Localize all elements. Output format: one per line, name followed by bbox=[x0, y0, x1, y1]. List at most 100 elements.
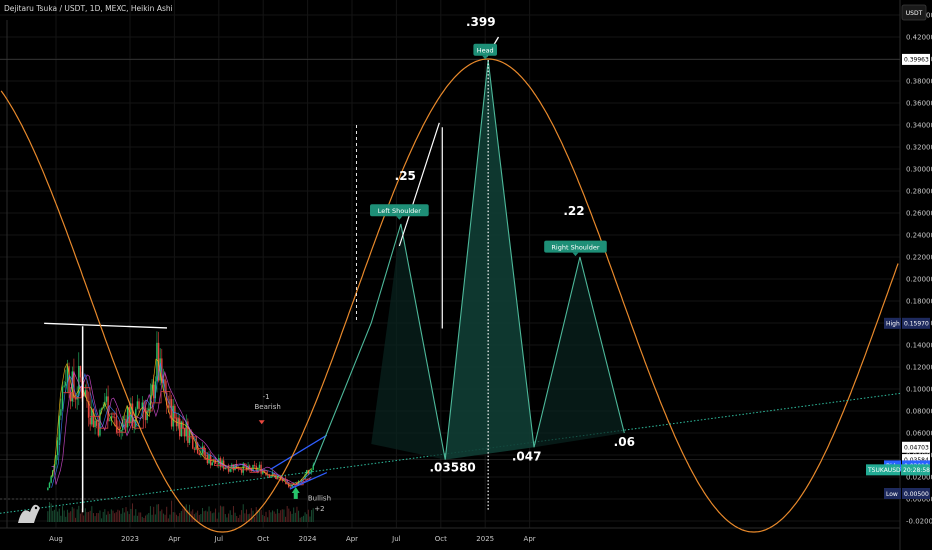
candle-body bbox=[123, 418, 126, 420]
volume-bar bbox=[275, 513, 277, 522]
volume-bar bbox=[242, 504, 244, 522]
volume-bar bbox=[65, 516, 67, 522]
volume-bar bbox=[291, 513, 293, 522]
volume-bar bbox=[270, 512, 272, 522]
candle-body bbox=[193, 448, 196, 450]
volume-bar bbox=[101, 518, 103, 522]
candle-body bbox=[152, 384, 155, 399]
candle-body bbox=[48, 482, 51, 488]
volume-bar bbox=[149, 506, 151, 522]
volume-bar bbox=[115, 512, 117, 522]
volume-bar bbox=[88, 511, 90, 522]
candle-body bbox=[126, 407, 129, 428]
volume-bar bbox=[162, 513, 164, 522]
volume-bar bbox=[236, 515, 238, 522]
volume-bar bbox=[175, 514, 177, 522]
candle-body bbox=[229, 468, 231, 472]
candle-body bbox=[120, 430, 122, 432]
volume-bar bbox=[200, 514, 202, 522]
volume-bar bbox=[223, 506, 225, 522]
volume-bar bbox=[164, 514, 166, 522]
volume-bar bbox=[254, 516, 256, 522]
volume-bar bbox=[143, 518, 145, 522]
volume-bar bbox=[97, 513, 99, 522]
ticker-countdown-label: 20:28:58 bbox=[903, 467, 930, 474]
price-label: .03580 bbox=[429, 461, 475, 475]
volume-bar bbox=[203, 511, 205, 522]
volume-bar bbox=[58, 508, 60, 522]
volume-bar bbox=[146, 514, 148, 522]
volume-bar bbox=[278, 513, 280, 522]
currency-button[interactable]: USDT bbox=[901, 4, 927, 21]
candle-body bbox=[65, 382, 67, 386]
price-tick-label: 0.20000 bbox=[906, 276, 932, 284]
candle-body bbox=[310, 469, 313, 473]
volume-bar bbox=[79, 513, 81, 522]
candle-body bbox=[216, 463, 218, 465]
volume-bar bbox=[135, 509, 137, 522]
candle-body bbox=[56, 440, 59, 456]
price-label: .06 bbox=[614, 435, 635, 449]
candle-body bbox=[183, 428, 186, 437]
candle-body bbox=[105, 396, 108, 402]
volume-bar bbox=[213, 512, 215, 522]
volume-bar bbox=[263, 516, 265, 522]
candle-body bbox=[47, 487, 49, 491]
volume-bar bbox=[210, 511, 212, 522]
bullish-arrow-stem bbox=[293, 492, 298, 499]
volume-bar bbox=[104, 509, 106, 522]
candle-body bbox=[294, 482, 297, 483]
volume-bar bbox=[232, 506, 234, 522]
price-tick-label: -0.02000 bbox=[906, 518, 932, 526]
candle-body bbox=[144, 407, 147, 421]
candle-body bbox=[148, 408, 150, 411]
time-tick-label: Apr bbox=[524, 535, 536, 543]
volume-bar bbox=[208, 506, 210, 522]
time-tick-label: Apr bbox=[346, 535, 358, 543]
price-tick-label: 0.12000 bbox=[906, 364, 932, 372]
volume-bar bbox=[262, 514, 264, 522]
volume-bar bbox=[127, 511, 129, 522]
volume-bar bbox=[268, 510, 270, 522]
signal-annotation: +2 bbox=[314, 505, 324, 513]
volume-bar bbox=[136, 515, 138, 522]
volume-bar bbox=[63, 510, 65, 522]
volume-bar bbox=[78, 505, 80, 522]
volume-bar bbox=[306, 514, 308, 522]
volume-bar bbox=[288, 508, 290, 522]
pattern-tag-label: Left Shoulder bbox=[378, 207, 422, 215]
volume-bar bbox=[294, 512, 296, 522]
volume-bar bbox=[128, 514, 130, 522]
volume-bar bbox=[216, 518, 218, 522]
volume-bar bbox=[299, 517, 301, 522]
price-label: .22 bbox=[563, 204, 584, 218]
candle-body bbox=[109, 420, 111, 422]
volume-bar bbox=[130, 508, 132, 522]
volume-bar bbox=[192, 509, 194, 522]
volume-bar bbox=[86, 512, 88, 522]
price-badge-label: 0.04703 bbox=[904, 445, 929, 452]
volume-bar bbox=[272, 510, 274, 522]
volume-bar bbox=[218, 512, 220, 522]
candle-body bbox=[179, 418, 181, 437]
price-tick-label: 0.18000 bbox=[906, 298, 932, 306]
volume-bar bbox=[229, 510, 231, 522]
price-label: .047 bbox=[512, 450, 542, 464]
volume-bar bbox=[237, 517, 239, 522]
volume-bar bbox=[281, 509, 283, 522]
volume-bar bbox=[94, 516, 96, 522]
volume-bar bbox=[70, 511, 72, 522]
volume-bar bbox=[304, 512, 306, 522]
volume-bar bbox=[158, 504, 160, 522]
price-badge-label: 0.00500 bbox=[904, 491, 929, 498]
volume-bar bbox=[259, 510, 260, 522]
time-tick-label: Oct bbox=[435, 535, 447, 543]
volume-bar bbox=[211, 513, 213, 522]
candle-body bbox=[156, 342, 158, 382]
time-tick-label: 2025 bbox=[476, 535, 494, 543]
volume-bar bbox=[57, 511, 59, 522]
chart-canvas[interactable]: .399 .25 .22 .03580 .047 .06 Head Left Shoulder… bbox=[0, 0, 932, 550]
volume-bar bbox=[52, 510, 54, 522]
chart-area[interactable]: .399 .25 .22 .03580 .047 .06 Head Left Shoulder… bbox=[0, 0, 932, 550]
signal-annotation: -1 bbox=[263, 393, 270, 401]
